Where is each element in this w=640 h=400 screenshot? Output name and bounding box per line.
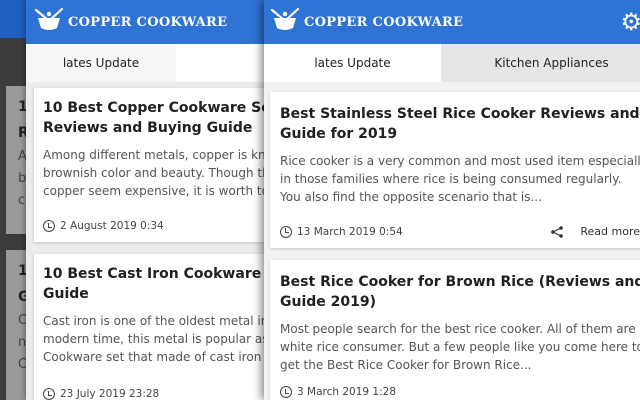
excerpt-line: Most people search for the best rice coo… <box>280 322 636 336</box>
post-excerpt: Most people search for the best rice coo… <box>280 320 640 374</box>
post-title[interactable]: Best Stainless Steel Rice Cooker Reviews… <box>280 104 640 124</box>
clock-icon <box>280 225 292 238</box>
excerpt-line: in those families where rice is being co… <box>280 172 622 186</box>
post-meta: 13 March 2019 0:54 Read more <box>280 225 640 238</box>
brand-logo[interactable]: COPPER COOKWARE <box>34 6 227 34</box>
brand-name: COPPER COOKWARE <box>68 14 228 30</box>
tab-label: lates Update <box>314 56 391 70</box>
popup-window-front: COPPER COOKWARE ⚙ lates Update Kitchen A… <box>264 0 640 400</box>
app-header: COPPER COOKWARE ⚙ <box>264 0 640 44</box>
tab-kitchen-appliances[interactable]: Kitchen Appliances <box>441 44 640 82</box>
post-date: 13 March 2019 0:54 <box>297 225 403 238</box>
post-date: 23 July 2019 23:28 <box>60 388 160 400</box>
gear-icon[interactable]: ⚙ <box>620 10 640 34</box>
post-meta: 3 March 2019 1:28 <box>280 386 634 398</box>
clock-icon <box>280 386 292 398</box>
tab-latest-update[interactable]: lates Update <box>26 44 176 82</box>
tab-latest-update[interactable]: lates Update <box>264 44 441 82</box>
excerpt-line: You also find the opposite scenario that… <box>280 190 542 204</box>
excerpt-line: get the Best Rice Cooker for Brown Rice.… <box>280 358 532 372</box>
tab-bar: lates Update Kitchen Appliances <box>264 44 640 82</box>
tab-label: lates Update <box>62 56 140 70</box>
post-title-line2[interactable]: Guide 2019) <box>280 292 640 312</box>
post-date: 3 March 2019 1:28 <box>297 386 397 398</box>
clock-icon <box>43 220 55 232</box>
post-date: 2 August 2019 0:34 <box>60 220 164 232</box>
post-title-line2[interactable]: Guide for 2019 <box>280 124 640 144</box>
excerpt-line: Rice cooker is a very common and most us… <box>280 154 640 168</box>
post-card[interactable]: Best Rice Cooker for Brown Rice (Reviews… <box>270 260 640 400</box>
brand-name: COPPER COOKWARE <box>304 14 464 30</box>
tab-label: Kitchen Appliances <box>494 56 609 70</box>
pot-whisk-logo-icon <box>270 7 300 30</box>
excerpt-line: white rice consumer. But a few people li… <box>280 340 640 354</box>
post-card[interactable]: Best Stainless Steel Rice Cooker Reviews… <box>270 92 640 248</box>
pot-whisk-logo-icon <box>34 7 64 30</box>
brand-logo[interactable]: COPPER COOKWARE <box>270 6 463 34</box>
post-title[interactable]: Best Rice Cooker for Brown Rice (Reviews… <box>280 272 640 292</box>
clock-icon <box>43 388 55 400</box>
share-icon[interactable] <box>550 225 564 238</box>
post-excerpt: Rice cooker is a very common and most us… <box>280 152 640 206</box>
read-more-link[interactable]: Read more <box>580 225 640 238</box>
